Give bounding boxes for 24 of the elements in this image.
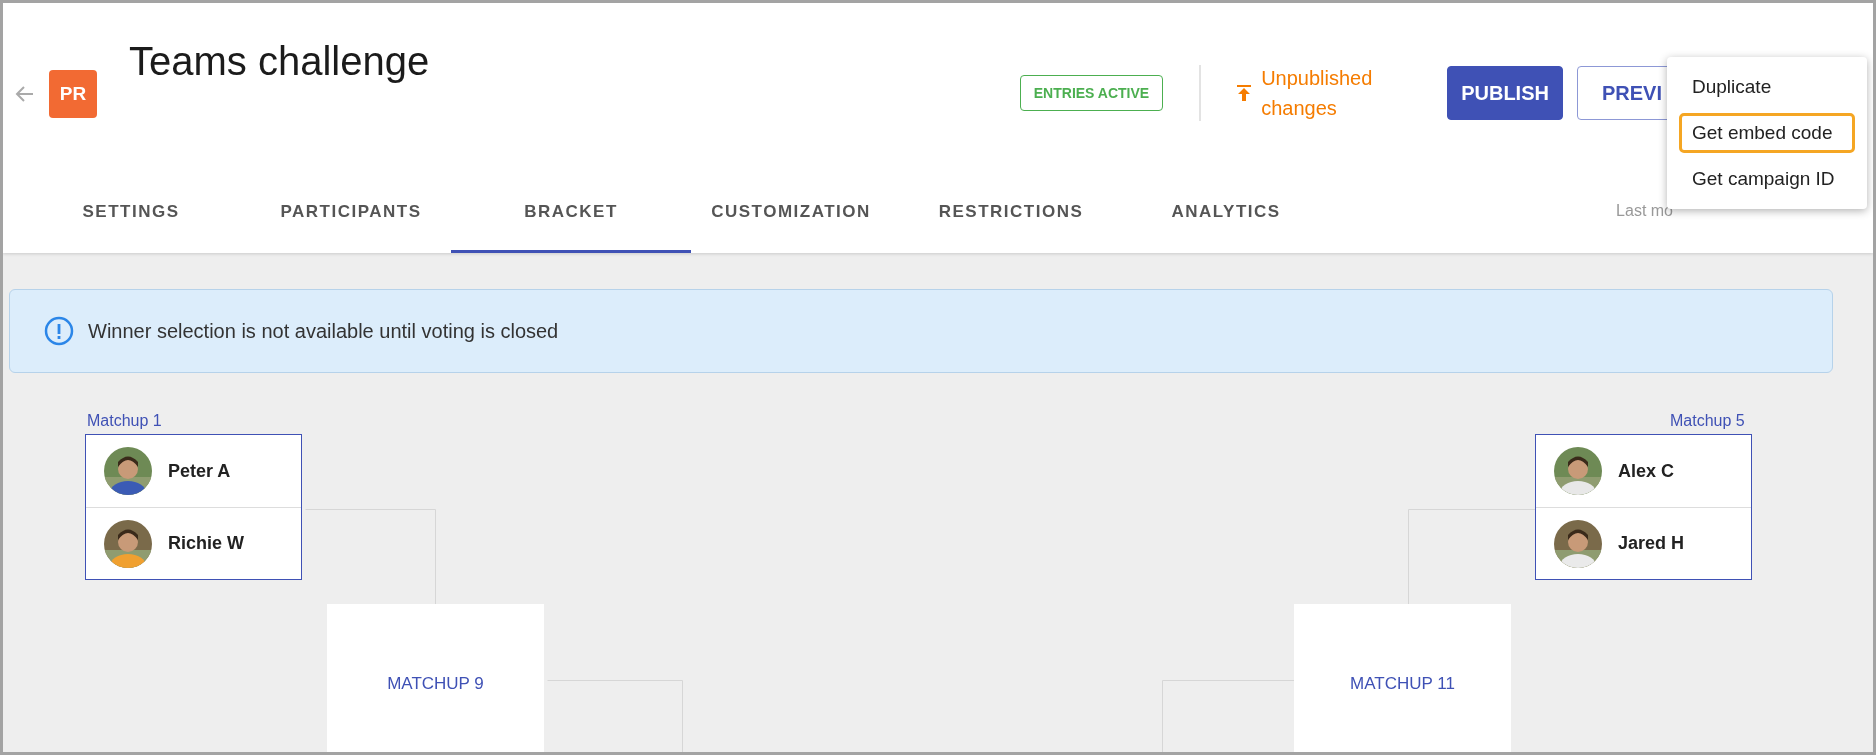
matchup-label: MATCHUP 9 xyxy=(387,674,484,694)
tab[interactable]: SETTINGS xyxy=(11,173,251,253)
matchup-label: Matchup 1 xyxy=(87,412,162,430)
menu-item[interactable]: Get campaign ID xyxy=(1679,159,1855,199)
participant-name: Alex C xyxy=(1618,460,1675,482)
logo: PR xyxy=(49,70,97,118)
participant-name: Richie W xyxy=(168,533,244,554)
participant-name: Jared H xyxy=(1618,533,1685,554)
publish-button[interactable]: PUBLISH xyxy=(1447,66,1563,120)
tab[interactable]: ANALYTICS xyxy=(1131,173,1321,253)
status-badge: ENTRIES ACTIVE xyxy=(1019,75,1164,111)
tab[interactable]: RESTRICTIONS xyxy=(891,173,1131,253)
upload-icon xyxy=(1237,85,1252,101)
page-title: Teams challenge xyxy=(129,39,430,84)
tab[interactable]: CUSTOMIZATION xyxy=(691,173,891,253)
menu-item[interactable]: Get embed code xyxy=(1679,113,1855,153)
info-icon xyxy=(44,316,74,346)
matchup-label: MATCHUP 11 xyxy=(1350,674,1455,694)
matchup-label: Matchup 5 xyxy=(1670,412,1745,430)
participant-name: Peter A xyxy=(168,460,231,482)
unpublished-status: Unpublished changes xyxy=(1261,66,1374,121)
alert-message: Winner selection is not available until voting is closed xyxy=(88,319,559,343)
tab[interactable]: PARTICIPANTS xyxy=(251,173,451,253)
tab[interactable]: BRACKET xyxy=(451,173,691,253)
